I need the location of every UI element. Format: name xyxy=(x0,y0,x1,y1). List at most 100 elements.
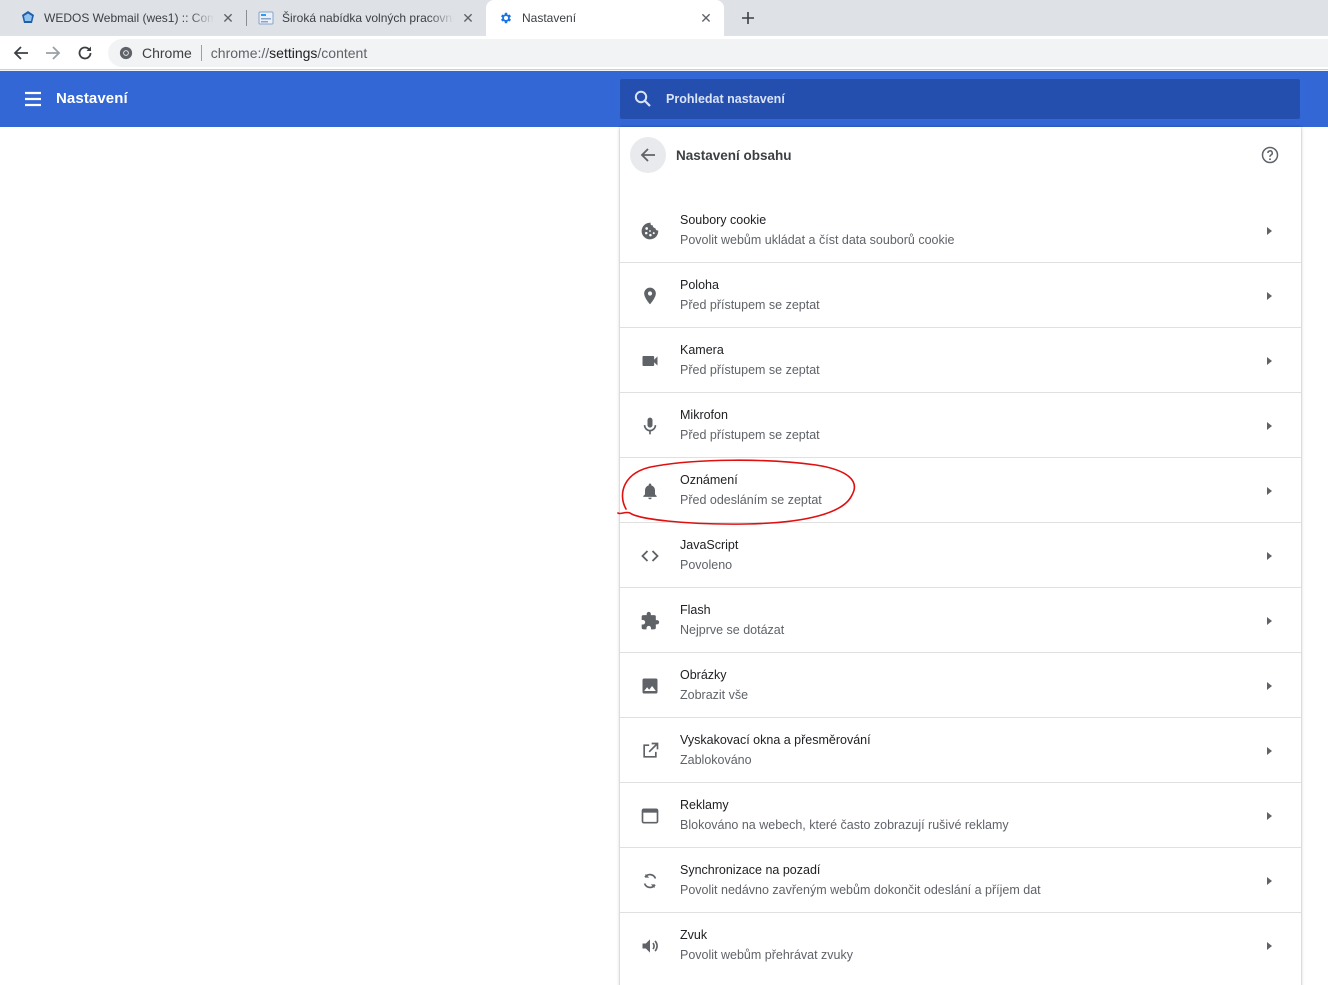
page-title: Nastavení obsahu xyxy=(676,148,792,163)
list-item-location[interactable]: Poloha Před přístupem se zeptat xyxy=(620,263,1301,328)
microphone-icon xyxy=(640,416,660,436)
item-label: Obrázky xyxy=(680,668,727,682)
sync-icon xyxy=(640,871,660,891)
list-item-camera[interactable]: Kamera Před přístupem se zeptat xyxy=(620,328,1301,393)
content-settings-card: Nastavení obsahu Soubory cookie Povolit … xyxy=(620,127,1301,985)
chevron-right-icon xyxy=(1267,227,1272,235)
list-item-cookies[interactable]: Soubory cookie Povolit webům ukládat a č… xyxy=(620,198,1301,263)
header-title: Nastavení xyxy=(56,90,128,107)
gear-icon xyxy=(498,10,514,26)
open-in-new-icon xyxy=(640,741,660,761)
tab-title: WEDOS Webmail (wes1) :: Compose xyxy=(44,11,214,25)
chrome-logo-icon xyxy=(118,45,134,61)
item-status: Před přístupem se zeptat xyxy=(680,428,820,442)
item-status: Zablokováno xyxy=(680,753,752,767)
search-icon xyxy=(634,90,651,107)
hamburger-menu-icon[interactable] xyxy=(22,88,44,110)
item-status: Před odesláním se zeptat xyxy=(680,493,822,507)
code-icon xyxy=(640,546,660,566)
chevron-right-icon xyxy=(1267,422,1272,430)
list-item-flash[interactable]: Flash Nejprve se dotázat xyxy=(620,588,1301,653)
plus-icon xyxy=(742,12,754,24)
item-status: Povolit webům ukládat a číst data soubor… xyxy=(680,233,955,247)
jobs-site-icon xyxy=(258,10,274,26)
item-label: JavaScript xyxy=(680,538,739,552)
ads-window-icon xyxy=(640,806,660,826)
settings-header: Nastavení xyxy=(0,71,1328,127)
item-label: Flash xyxy=(680,603,711,617)
reload-button[interactable] xyxy=(72,40,98,66)
item-label: Reklamy xyxy=(680,798,729,812)
arrow-right-icon xyxy=(46,46,61,60)
location-pin-icon xyxy=(640,286,660,306)
item-status: Povolit webům přehrávat zvuky xyxy=(680,948,853,962)
tab-title: Nastavení xyxy=(522,11,577,25)
content-settings-list: Soubory cookie Povolit webům ukládat a č… xyxy=(620,198,1301,978)
site-chip: Chrome xyxy=(142,45,192,61)
list-item-javascript[interactable]: JavaScript Povoleno xyxy=(620,523,1301,588)
item-label: Mikrofon xyxy=(680,408,728,422)
settings-search[interactable] xyxy=(620,79,1300,119)
help-icon[interactable] xyxy=(1261,146,1279,164)
forward-button[interactable] xyxy=(40,40,66,66)
item-status: Povoleno xyxy=(680,558,733,572)
volume-icon xyxy=(640,936,660,956)
close-tab-icon[interactable]: ✕ xyxy=(460,10,476,26)
item-status: Před přístupem se zeptat xyxy=(680,298,820,312)
tab-title: Široká nabídka volných pracovních míst xyxy=(282,11,454,25)
browser-toolbar: Chrome chrome://settings/content xyxy=(0,36,1328,70)
list-item-sound[interactable]: Zvuk Povolit webům přehrávat zvuky xyxy=(620,913,1301,978)
item-label: Oznámení xyxy=(680,473,738,487)
tab-jobs[interactable]: Široká nabídka volných pracovních míst ✕ xyxy=(246,0,486,36)
list-item-microphone[interactable]: Mikrofon Před přístupem se zeptat xyxy=(620,393,1301,458)
address-bar[interactable]: Chrome chrome://settings/content xyxy=(108,39,1328,67)
chevron-right-icon xyxy=(1267,942,1272,950)
card-header: Nastavení obsahu xyxy=(620,127,1301,183)
chevron-right-icon xyxy=(1267,812,1272,820)
tab-strip: WEDOS Webmail (wes1) :: Compose ✕ Široká… xyxy=(0,0,1328,36)
wedos-logo-icon xyxy=(20,10,36,26)
chevron-right-icon xyxy=(1267,617,1272,625)
item-label: Synchronizace na pozadí xyxy=(680,863,821,877)
close-tab-icon[interactable]: ✕ xyxy=(698,10,714,26)
item-status: Nejprve se dotázat xyxy=(680,623,785,637)
reload-icon xyxy=(78,46,92,60)
image-icon xyxy=(640,676,660,696)
chevron-right-icon xyxy=(1267,552,1272,560)
new-tab-button[interactable] xyxy=(737,7,759,29)
item-label: Zvuk xyxy=(680,928,708,942)
bell-icon xyxy=(640,481,660,501)
tab-wedos-webmail[interactable]: WEDOS Webmail (wes1) :: Compose ✕ xyxy=(8,0,246,36)
url-text: chrome://settings/content xyxy=(211,45,367,61)
list-item-popups[interactable]: Vyskakovací okna a přesměrování Zablokov… xyxy=(620,718,1301,783)
arrow-left-icon xyxy=(13,46,28,60)
list-item-ads[interactable]: Reklamy Blokováno na webech, které často… xyxy=(620,783,1301,848)
camera-icon xyxy=(640,351,660,371)
back-button[interactable] xyxy=(8,40,34,66)
item-label: Poloha xyxy=(680,278,719,292)
chevron-right-icon xyxy=(1267,292,1272,300)
close-tab-icon[interactable]: ✕ xyxy=(220,10,236,26)
address-divider xyxy=(200,45,202,61)
list-item-background-sync[interactable]: Synchronizace na pozadí Povolit nedávno … xyxy=(620,848,1301,913)
list-item-notifications[interactable]: Oznámení Před odesláním se zeptat xyxy=(620,458,1301,523)
list-item-images[interactable]: Obrázky Zobrazit vše xyxy=(620,653,1301,718)
url-host: settings xyxy=(269,45,318,61)
cookie-icon xyxy=(640,221,660,241)
item-label: Soubory cookie xyxy=(680,213,767,227)
puzzle-icon xyxy=(640,611,660,631)
chevron-right-icon xyxy=(1267,747,1272,755)
url-scheme: chrome:// xyxy=(210,45,270,61)
arrow-left-icon xyxy=(640,148,655,162)
url-path: /content xyxy=(317,45,368,61)
item-status: Zobrazit vše xyxy=(680,688,749,702)
chevron-right-icon xyxy=(1267,357,1272,365)
item-label: Vyskakovací okna a přesměrování xyxy=(680,733,871,747)
chevron-right-icon xyxy=(1267,487,1272,495)
tab-settings[interactable]: Nastavení ✕ xyxy=(486,0,724,36)
item-status: Blokováno na webech, které často zobrazu… xyxy=(680,818,1009,832)
chevron-right-icon xyxy=(1267,877,1272,885)
item-status: Povolit nedávno zavřeným webům dokončit … xyxy=(680,883,1041,897)
back-arrow-button[interactable] xyxy=(630,137,666,173)
search-input[interactable] xyxy=(666,92,1226,106)
